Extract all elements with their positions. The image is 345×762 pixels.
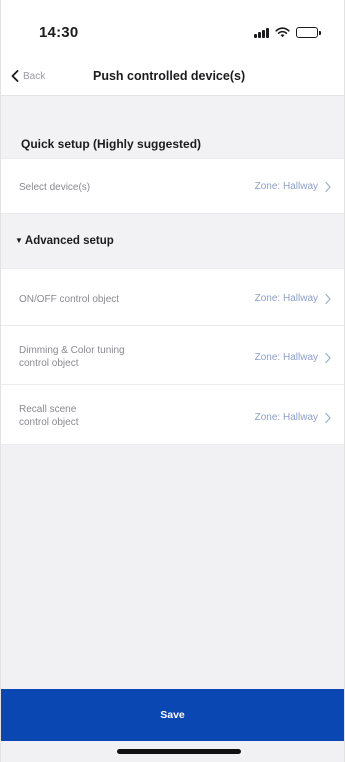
- wifi-icon: [275, 26, 290, 38]
- advanced-setup-title: Advanced setup: [24, 235, 114, 247]
- dimming-control-label-line2: control object: [19, 358, 79, 369]
- battery-icon: [296, 26, 321, 38]
- chevron-right-icon: [325, 293, 331, 305]
- page-title: Push controlled device(s): [93, 69, 246, 83]
- status-icons: [254, 24, 321, 40]
- save-label: Save: [160, 709, 185, 721]
- back-label: Back: [23, 70, 46, 82]
- onoff-control-object-row[interactable]: ON/OFF control object Zone: Hallway: [1, 268, 344, 326]
- recall-scene-value: Zone: Hallway: [254, 412, 318, 423]
- quick-setup-header: Quick setup (Highly suggested): [1, 96, 344, 158]
- chevron-right-icon: [325, 412, 331, 424]
- chevron-left-icon: [11, 70, 19, 82]
- advanced-setup-header: ▼ Advanced setup: [1, 214, 344, 268]
- dimming-control-label: Dimming & Color tuning control object: [19, 344, 125, 370]
- save-button[interactable]: Save: [1, 689, 344, 741]
- onoff-control-value: Zone: Hallway: [254, 293, 318, 304]
- chevron-right-icon: [325, 352, 331, 364]
- recall-scene-control-object-row[interactable]: Recall scene control object Zone: Hallwa…: [1, 385, 344, 445]
- advanced-setup-toggle[interactable]: ▼ Advanced setup: [15, 235, 114, 247]
- select-devices-row[interactable]: Select device(s) Zone: Hallway: [1, 158, 344, 214]
- recall-scene-label-line1: Recall scene: [19, 404, 77, 415]
- recall-scene-label-line2: control object: [19, 417, 79, 428]
- dimming-color-control-object-row[interactable]: Dimming & Color tuning control object Zo…: [1, 326, 344, 385]
- signal-icon: [254, 27, 269, 38]
- dimming-control-label-line1: Dimming & Color tuning: [19, 345, 125, 356]
- back-button[interactable]: Back: [11, 66, 45, 86]
- app-screen: 14:30 Back Push controlled device(s) Qui…: [0, 0, 345, 762]
- home-indicator-area: [1, 741, 344, 762]
- triangle-down-icon: ▼: [15, 236, 23, 245]
- status-bar: 14:30: [1, 0, 344, 56]
- home-indicator[interactable]: [117, 749, 241, 754]
- status-time: 14:30: [39, 24, 79, 41]
- chevron-right-icon: [325, 181, 331, 193]
- select-devices-label: Select device(s): [19, 182, 91, 193]
- navigation-bar: Back Push controlled device(s): [1, 56, 344, 96]
- quick-setup-title: Quick setup (Highly suggested): [21, 137, 202, 151]
- onoff-control-label: ON/OFF control object: [19, 294, 120, 305]
- select-devices-value: Zone: Hallway: [254, 181, 318, 192]
- recall-scene-label: Recall scene control object: [19, 403, 78, 429]
- dimming-control-value: Zone: Hallway: [254, 352, 318, 363]
